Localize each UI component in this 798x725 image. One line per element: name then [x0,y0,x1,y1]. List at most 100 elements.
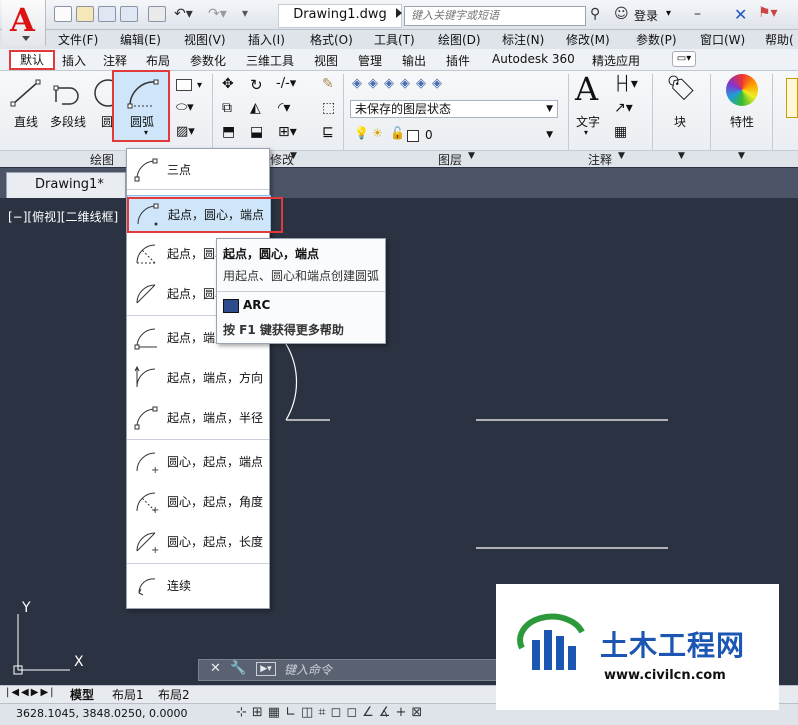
customize-qat-icon[interactable]: ▾ [242,6,248,20]
layout-nav-arrows-icon[interactable]: |◀◀▶▶| [6,687,56,698]
save-as-icon[interactable] [120,6,138,22]
arc-menu-item[interactable]: 起点，端点，半径 [127,399,269,435]
menu-file[interactable]: 文件(F) [58,31,98,48]
properties-label[interactable]: 特性 [730,113,754,130]
dimension-icon[interactable]: ├┤▾ [614,76,638,92]
menu-window[interactable]: 窗口(W) [700,31,745,48]
hatch-icon[interactable]: ▨▾ [176,124,195,139]
arc-menu-item[interactable]: + 圆心，起点，端点 [127,443,269,479]
erase-icon[interactable]: ✎ [322,76,334,92]
panel-modify-expand-icon[interactable]: ▼ [290,151,297,161]
block-icon[interactable]: 🏷 [666,74,696,102]
arc-menu-item[interactable]: + 圆心，起点，长度 [127,523,269,559]
array-icon[interactable]: ⊞▾ [278,124,297,140]
tab-layout1[interactable]: 布局1 [112,686,144,703]
arc-menu-item[interactable]: 起点，端点，方向 [127,359,269,395]
tab-options-icon[interactable]: ▭▾ [672,51,696,67]
menu-parametric[interactable]: 参数(P) [636,31,677,48]
line-label[interactable]: 直线 [14,113,38,130]
layer-freeze-icon[interactable]: ☀ [372,126,383,140]
mirror-icon[interactable]: ◭ [250,100,261,116]
rectangle-icon[interactable] [176,79,192,91]
polyline-icon[interactable] [52,78,86,108]
rectangle-dropdown-icon[interactable]: ▾ [197,80,202,91]
tab-model[interactable]: 模型 [70,686,94,703]
user-icon[interactable]: ☺ [614,6,629,22]
explode-icon[interactable]: ⬚ [322,100,335,116]
panel-label-draw[interactable]: 绘图 [90,151,114,168]
menu-view[interactable]: 视图(V) [184,31,226,48]
group-icon[interactable] [786,78,798,118]
tab-output[interactable]: 输出 [402,52,426,69]
text-dropdown-icon[interactable]: ▾ [584,128,588,137]
panel-block-expand-icon[interactable]: ▼ [678,151,685,161]
panel-layer-expand-icon[interactable]: ▼ [468,151,475,161]
panel-label-layer[interactable]: 图层 [438,151,462,168]
arc-menu-item[interactable]: + 圆心，起点，角度 [127,483,269,519]
new-icon[interactable] [54,6,72,22]
dash-icon[interactable]: – [694,6,701,22]
tab-view[interactable]: 视图 [314,52,338,69]
tab-annotate[interactable]: 注释 [103,52,127,69]
binoculars-icon[interactable]: ⚲ [590,6,600,22]
tab-insert[interactable]: 插入 [62,52,86,69]
tab-layout2[interactable]: 布局2 [158,686,190,703]
panel-annotation-expand-icon[interactable]: ▼ [618,151,625,161]
table-icon[interactable]: ▦ [614,124,627,140]
menu-draw[interactable]: 绘图(D) [438,31,481,48]
panel-properties-expand-icon[interactable]: ▼ [738,151,745,161]
menu-edit[interactable]: 编辑(E) [120,31,161,48]
redo-icon[interactable]: ↷▾ [208,6,227,22]
layer-on-icon[interactable]: 💡 [354,126,369,140]
panel-label-annotation[interactable]: 注释 [588,151,612,168]
exchange-icon[interactable]: ✕ [734,5,747,24]
trim-icon[interactable]: -/-▾ [276,76,296,91]
login-link[interactable]: 登录 [634,7,658,24]
search-input[interactable]: 键入关键字或短语 [404,6,586,26]
save-icon[interactable] [98,6,116,22]
tab-parametric[interactable]: 参数化 [190,52,226,69]
offset-icon[interactable]: ⊑ [322,124,334,140]
command-history-icon[interactable]: ▶▾ [256,662,276,676]
layer-tools-icon[interactable]: ◈◈◈◈◈◈ [352,76,448,91]
menu-format[interactable]: 格式(O) [310,31,353,48]
arc-menu-item[interactable]: 三点 [127,151,269,187]
arc-menu-item[interactable]: 连续 [127,567,269,603]
menu-tools[interactable]: 工具(T) [374,31,415,48]
text-icon[interactable]: A [575,70,598,108]
print-icon[interactable] [148,6,166,22]
fillet-icon[interactable]: ◜▾ [278,100,290,116]
tab-manage[interactable]: 管理 [358,52,382,69]
close-icon[interactable]: ✕ [210,661,221,676]
rotate-icon[interactable]: ↻ [250,76,263,94]
properties-icon[interactable] [726,74,758,106]
menu-modify[interactable]: 修改(M) [566,31,610,48]
arc-label[interactable]: 圆弧 [130,113,154,130]
copy-icon[interactable]: ⧉ [222,100,232,116]
command-input[interactable]: 键入命令 [284,661,332,678]
tab-plugins[interactable]: 插件 [446,52,470,69]
arc-dropdown-icon[interactable]: ▾ [144,128,148,137]
tab-layout[interactable]: 布局 [146,52,170,69]
menu-insert[interactable]: 插入(I) [248,31,285,48]
scale-icon[interactable]: ⬓ [250,124,263,140]
line-icon[interactable] [10,78,42,108]
undo-icon[interactable]: ↶▾ [174,6,193,22]
help-icon[interactable]: ⚑▾ [758,5,778,21]
move-icon[interactable]: ✥ [222,76,234,92]
drafting-aids-icons[interactable]: ⊹⊞▦∟◫⌗◻◻∠∡+⊠ [236,705,427,720]
open-icon[interactable] [76,6,94,22]
block-label[interactable]: 块 [674,113,686,130]
tab-autodesk-360[interactable]: Autodesk 360 [492,52,575,66]
layer-state-dropdown[interactable]: 未保存的图层状态 ▼ [350,100,558,118]
layer-dropdown[interactable]: 0 ▼ [402,126,558,144]
arc-icon[interactable] [126,78,162,110]
login-dropdown-icon[interactable]: ▾ [666,8,671,19]
expand-search-icon[interactable] [396,8,402,18]
tab-featured-apps[interactable]: 精选应用 [592,52,640,69]
leader-icon[interactable]: ↗▾ [614,100,633,116]
ellipse-icon[interactable]: ⬭▾ [176,100,194,115]
application-menu-button[interactable]: A [2,0,46,46]
document-tab[interactable]: Drawing1* [6,172,126,198]
stretch-icon[interactable]: ⬒ [222,124,235,140]
